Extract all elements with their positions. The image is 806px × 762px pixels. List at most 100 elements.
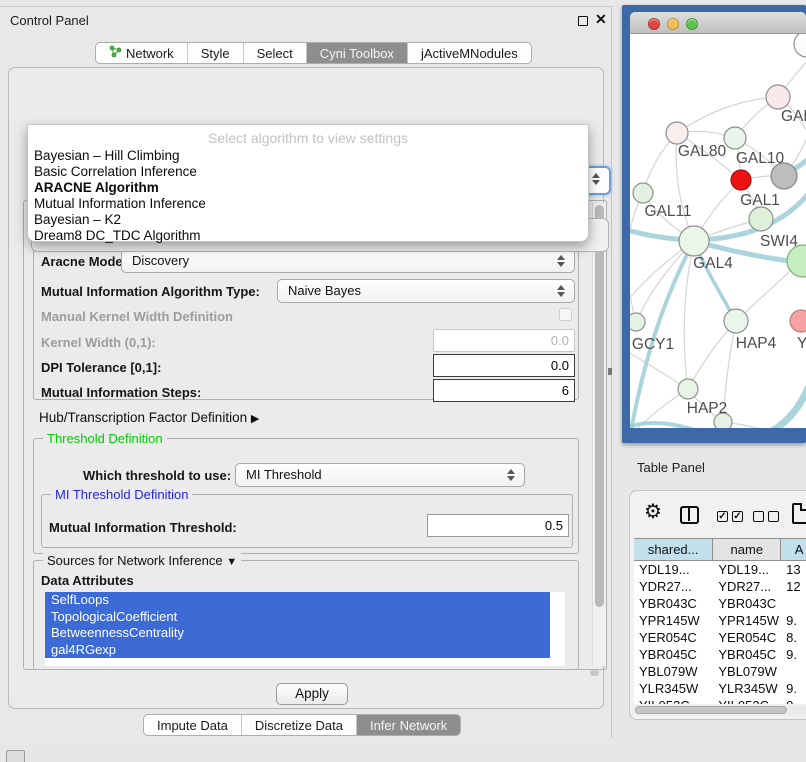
table-row[interactable]: YIL052CYIL052C0.	[634, 697, 806, 704]
network-node[interactable]	[678, 379, 698, 399]
dpi-tolerance-field[interactable]	[433, 354, 575, 377]
table-cell: YPR145W	[713, 612, 781, 629]
chevron-down-icon[interactable]: ▼	[226, 556, 237, 568]
node-table: shared...nameA YDL19...YDL19...13YDR27..…	[634, 538, 806, 704]
which-threshold-combo[interactable]: MI Threshold	[235, 463, 525, 487]
minimize-traffic-light[interactable]	[667, 18, 679, 30]
which-threshold-label: Which threshold to use:	[83, 468, 231, 483]
apply-button[interactable]: Apply	[276, 683, 348, 705]
table-cell: YLR345W	[713, 680, 781, 697]
mi-threshold-field[interactable]	[427, 514, 569, 537]
settings-hscroll-thumb[interactable]	[590, 670, 599, 676]
attribute-list-item[interactable]: BetweennessCentrality	[45, 625, 550, 642]
column-header[interactable]: shared...	[634, 539, 713, 560]
mi-threshold-label: Mutual Information Threshold:	[49, 520, 237, 535]
network-node[interactable]	[724, 127, 746, 149]
mi-steps-field[interactable]	[433, 379, 575, 402]
table-panel: ⚙ ✓ ✓ shared...nameA YDL19...YDL19...13Y…	[629, 490, 806, 720]
document-icon[interactable]	[792, 503, 806, 524]
dropdown-item[interactable]: Bayesian – Hill Climbing	[28, 148, 588, 164]
attribute-list-item[interactable]: TopologicalCoefficient	[45, 609, 550, 626]
node-label: GAL11	[644, 203, 691, 220]
unchecked-checkbox-icon-2[interactable]	[768, 511, 779, 522]
dropdown-item[interactable]: Bayesian – K2	[28, 212, 588, 228]
network-node[interactable]	[731, 170, 751, 190]
settings-scrollbar-thumb[interactable]	[595, 205, 604, 607]
hub-definition-disclosure[interactable]: Hub/Transcription Factor Definition ▶	[39, 410, 259, 425]
table-hscroll-track[interactable]	[633, 705, 806, 715]
network-edge-highlighted[interactable]	[630, 423, 700, 428]
gear-icon[interactable]: ⚙	[644, 502, 662, 522]
columns-icon[interactable]	[680, 506, 699, 524]
combo-spinner	[592, 172, 601, 186]
network-node[interactable]	[630, 313, 645, 331]
node-label: Y	[797, 335, 806, 352]
network-canvas[interactable]: GALGAL80GAL10GAL1GAL11SWI4GAL4GCY1HAP4YH…	[630, 34, 806, 428]
network-node[interactable]	[679, 226, 709, 256]
settings-scrollbar-track[interactable]	[592, 203, 606, 666]
table-row[interactable]: YBR043CYBR043C	[634, 595, 806, 612]
application-root: Control Panel ✕ NetworkStyleSelectCyni T…	[0, 0, 806, 762]
column-header[interactable]: name	[713, 539, 781, 560]
unchecked-checkbox-icon[interactable]	[753, 511, 764, 522]
tab-jactivemnodules[interactable]: jActiveMNodules	[408, 43, 531, 63]
dropdown-item[interactable]: ARACNE Algorithm	[28, 180, 588, 196]
tab-cyni-toolbox[interactable]: Cyni Toolbox	[307, 43, 408, 63]
table-row[interactable]: YDR27...YDR27...12	[634, 578, 806, 595]
table-hscroll-thumb[interactable]	[635, 706, 787, 714]
tab-network[interactable]: Network	[96, 43, 188, 63]
kernel-width-field[interactable]	[433, 329, 575, 352]
table-cell: YER054C	[713, 629, 781, 646]
minimized-panel-icon[interactable]	[6, 750, 25, 762]
network-edge[interactable]	[677, 97, 778, 133]
splitpane-handle[interactable]	[608, 368, 612, 375]
table-row[interactable]: YBR045CYBR045C9.	[634, 646, 806, 663]
network-node[interactable]	[633, 183, 653, 203]
table-row[interactable]: YDL19...YDL19...13	[634, 561, 806, 578]
table-row[interactable]: YER054CYER054C8.	[634, 629, 806, 646]
mode-tabbar: Impute Data Discretize DataInfer Network	[143, 714, 461, 736]
tab-discretize-data[interactable]: Discretize Data	[242, 715, 357, 735]
node-label: GAL80	[678, 143, 727, 160]
algorithm-dropdown-list: Select algorithm to view settings Bayesi…	[27, 124, 589, 242]
network-node[interactable]	[749, 207, 773, 231]
network-node[interactable]	[794, 34, 806, 57]
tab-infer-network[interactable]: Infer Network	[357, 715, 460, 735]
node-label: GAL	[781, 108, 806, 125]
dropdown-item[interactable]: Mutual Information Inference	[28, 196, 588, 212]
close-traffic-light[interactable]	[648, 18, 660, 30]
zoom-traffic-light[interactable]	[686, 18, 698, 30]
tab-label: Impute Data	[157, 718, 228, 733]
network-node[interactable]	[790, 310, 806, 332]
network-node[interactable]	[766, 85, 790, 109]
network-node[interactable]	[666, 122, 688, 144]
data-attributes-list: SelfLoopsTopologicalCoefficientBetweenne…	[45, 592, 565, 666]
aracne-mode-combo[interactable]: Discovery	[121, 249, 575, 273]
checked-checkbox-icon-2[interactable]: ✓	[732, 511, 743, 522]
tab-select[interactable]: Select	[244, 43, 307, 63]
control-panel-window: Control Panel ✕ NetworkStyleSelectCyni T…	[0, 6, 612, 738]
table-row[interactable]: YBL079WYBL079W	[634, 663, 806, 680]
tab-style[interactable]: Style	[188, 43, 244, 63]
close-icon[interactable]: ✕	[595, 11, 607, 28]
checked-checkbox-icon[interactable]: ✓	[717, 511, 728, 522]
table-row[interactable]: YPR145WYPR145W9.	[634, 612, 806, 629]
table-body: YDL19...YDL19...13YDR27...YDR27...12YBR0…	[634, 561, 806, 704]
mi-algorithm-type-combo[interactable]: Naive Bayes	[277, 279, 575, 303]
manual-kernel-width-checkbox[interactable]	[559, 308, 572, 321]
tab-impute-data[interactable]: Impute Data	[144, 715, 242, 735]
tab-label: Style	[201, 46, 230, 61]
dpi-tolerance-label: DPI Tolerance [0,1]:	[41, 360, 161, 375]
attribute-list-item[interactable]: SelfLoops	[45, 592, 550, 609]
dropdown-item[interactable]: Dream8 DC_TDC Algorithm	[28, 228, 588, 244]
network-edge-highlighted[interactable]	[745, 388, 806, 428]
float-window-icon[interactable]	[578, 16, 588, 26]
column-header[interactable]: A	[781, 539, 806, 560]
attribute-list-item[interactable]: gal4RGexp	[45, 642, 550, 659]
table-cell: YIL052C	[713, 697, 781, 704]
network-node[interactable]	[724, 309, 748, 333]
dropdown-item[interactable]: Basic Correlation Inference	[28, 164, 588, 180]
table-cell: YPR145W	[634, 612, 713, 629]
manual-kernel-width-label: Manual Kernel Width Definition	[41, 309, 233, 324]
table-row[interactable]: YLR345WYLR345W9.	[634, 680, 806, 697]
